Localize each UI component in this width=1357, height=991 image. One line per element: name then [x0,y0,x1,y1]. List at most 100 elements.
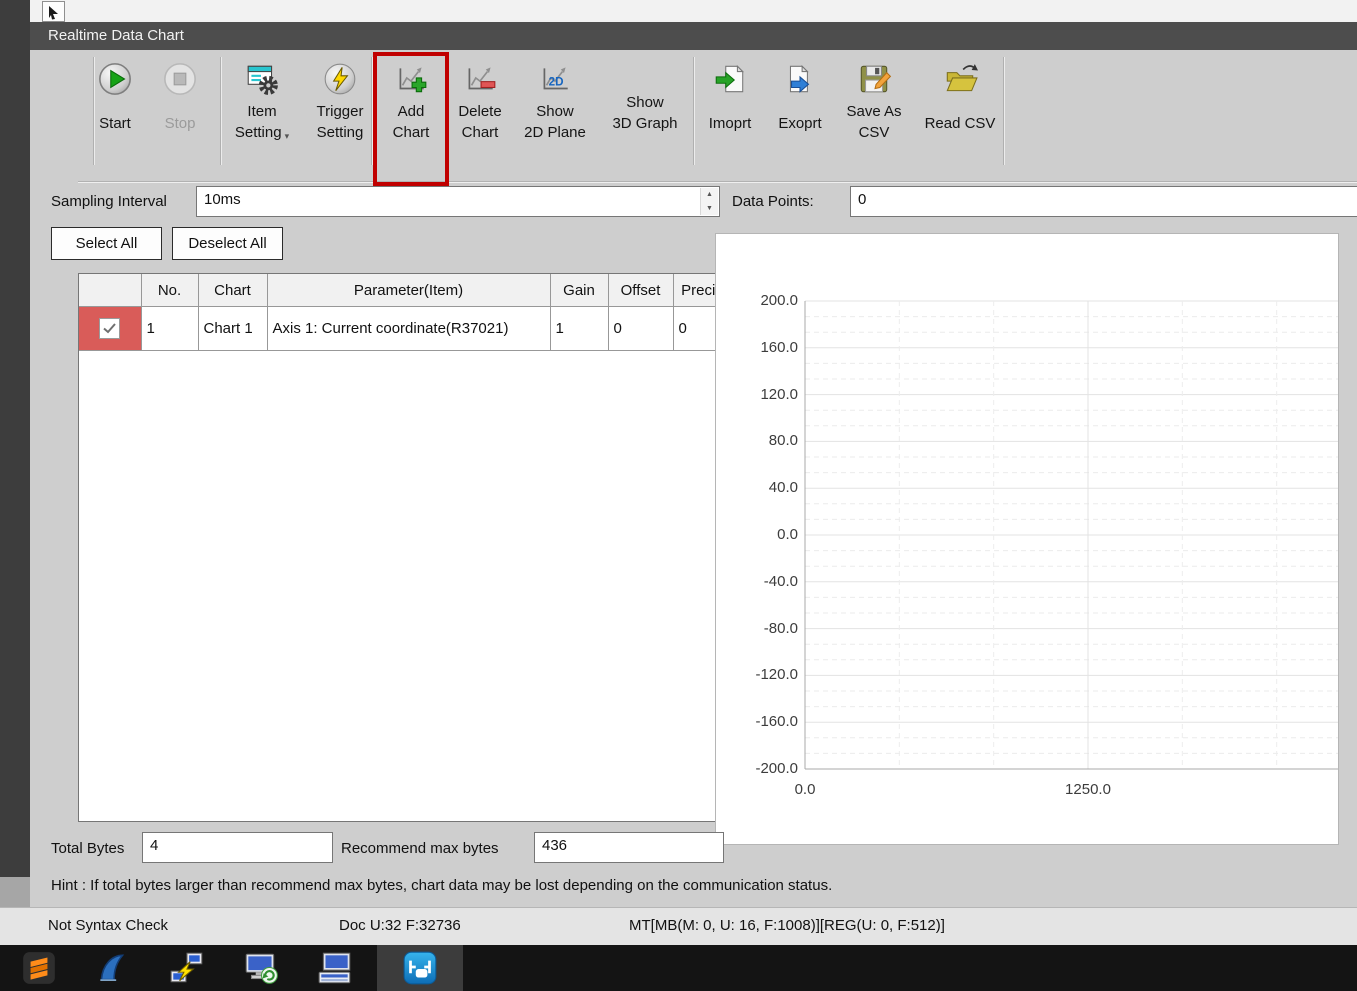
taskbar-item-motion-tool[interactable] [377,945,463,991]
item-setting-icon [244,57,280,101]
import-button[interactable]: Imoprt [698,57,762,169]
item-setting-label: Setting [235,124,282,141]
chart-plot-area [716,234,1338,844]
sampling-interval-input[interactable]: 10ms ▲ ▼ [196,186,720,217]
col-parameter: Parameter(Item) [267,274,550,307]
ide-left-panel-edge [0,0,31,877]
delete-chart-icon [462,57,498,101]
cell-no[interactable]: 1 [141,307,198,351]
show-2d-plane-icon: 2D [537,57,573,101]
spinner-up-icon[interactable]: ▲ [706,191,713,198]
wireshark-icon [94,949,132,987]
table-header-row: No. Chart Parameter(Item) Gain Offset Pr… [79,274,750,307]
spinner-down-icon[interactable]: ▼ [706,205,713,212]
select-all-button[interactable]: Select All [51,227,162,260]
taskbar [0,945,1357,991]
taskbar-item-network-connect[interactable] [150,945,224,991]
hint-text: Hint : If total bytes larger than recomm… [51,877,832,894]
sampling-interval-value: 10ms [204,191,241,208]
cell-parameter[interactable]: Axis 1: Current coordinate(R37021) [267,307,550,351]
status-bar: Not Syntax Check Doc U:32 F:32736 MT[MB(… [0,907,1357,946]
remote-desktop-icon [242,949,280,987]
y-axis-tick-label: 120.0 [718,384,798,406]
col-chart: Chart [198,274,267,307]
network-connect-icon [168,949,206,987]
taskbar-item-remote-desktop[interactable] [224,945,298,991]
export-button[interactable]: Exoprt [768,57,832,169]
sampling-interval-spinner[interactable]: ▲ ▼ [700,188,718,215]
trigger-setting-button[interactable]: Trigger Setting [304,57,376,169]
y-axis-tick-label: -120.0 [718,664,798,686]
taskbar-item-sublime-text[interactable] [2,945,76,991]
col-no: No. [141,274,198,307]
parameter-table[interactable]: No. Chart Parameter(Item) Gain Offset Pr… [78,273,750,822]
motion-tool-icon [401,949,439,987]
y-axis-tick-label: -160.0 [718,711,798,733]
toolbar-separator [220,57,222,165]
deselect-all-button[interactable]: Deselect All [172,227,283,260]
y-axis-tick-label: 0.0 [718,524,798,546]
taskbar-item-wireshark[interactable] [76,945,150,991]
y-axis-tick-label: -200.0 [718,758,798,780]
select-tool-button[interactable] [42,1,65,22]
table-row[interactable]: 1 Chart 1 Axis 1: Current coordinate(R37… [79,307,750,351]
x-axis-tick-label: 0.0 [760,779,850,801]
import-icon [712,57,748,101]
stop-icon [162,57,198,101]
row-checkbox[interactable] [99,318,120,339]
taskbar-item-system-keyboard[interactable] [298,945,372,991]
status-mt-registers: MT[MB(M: 0, U: 16, F:1008)][REG(U: 0, F:… [629,917,945,934]
cell-gain[interactable]: 1 [550,307,608,351]
save-as-csv-button[interactable]: Save As CSV [836,57,912,169]
toolbar-divider [78,181,1357,183]
col-check [79,274,141,307]
y-axis-tick-label: 200.0 [718,290,798,312]
stop-button[interactable]: Stop [149,57,211,169]
data-points-label: Data Points: [732,193,814,210]
toolbar: Start Stop [78,50,1357,180]
y-axis-tick-label: 160.0 [718,337,798,359]
row-checkbox-cell[interactable] [79,307,141,351]
read-csv-icon [942,57,978,101]
toolbar-separator [693,57,695,165]
realtime-chart-panel[interactable]: 200.0160.0120.080.040.00.0-40.0-80.0-120… [715,233,1339,845]
read-csv-button[interactable]: Read CSV [918,57,1002,169]
show-3d-graph-button[interactable]: Show 3D Graph [600,57,690,169]
export-icon [782,57,818,101]
system-keyboard-icon [316,949,354,987]
item-setting-button[interactable]: Item Setting▾ [223,57,301,169]
svg-text:2D: 2D [549,75,564,88]
data-points-field[interactable]: 0 [850,186,1357,217]
total-bytes-field[interactable]: 4 [142,832,333,863]
col-offset: Offset [608,274,673,307]
add-chart-icon [393,57,429,101]
dropdown-caret-icon: ▾ [285,131,290,141]
data-points-value: 0 [858,191,866,208]
status-doc: Doc U:32 F:32736 [339,917,461,934]
delete-chart-button[interactable]: Delete Chart [450,57,510,169]
toolbox-strip [30,0,1357,23]
window-title-bar[interactable]: Realtime Data Chart [30,22,1357,50]
y-axis-tick-label: 80.0 [718,430,798,452]
window-content: Start Stop [30,50,1357,907]
toolbar-separator [1003,57,1005,165]
start-button[interactable]: Start [84,57,146,169]
cell-chart[interactable]: Chart 1 [198,307,267,351]
window-title: Realtime Data Chart [48,27,184,44]
recommend-max-bytes-label: Recommend max bytes [341,840,499,857]
cell-offset[interactable]: 0 [608,307,673,351]
check-icon [103,323,116,334]
show-2d-plane-button[interactable]: 2D Show 2D Plane [512,57,598,169]
y-axis-tick-label: -40.0 [718,571,798,593]
add-chart-button[interactable]: Add Chart [380,57,442,169]
x-axis-tick-label: 1250.0 [1043,779,1133,801]
cursor-arrow-icon [46,4,61,20]
start-icon [97,57,133,101]
sublime-text-icon [20,949,58,987]
col-gain: Gain [550,274,608,307]
trigger-setting-icon [322,57,358,101]
ide-left-panel-edge-lower [0,877,30,907]
y-axis-tick-label: 40.0 [718,477,798,499]
status-syntax: Not Syntax Check [48,917,168,934]
recommend-max-bytes-field[interactable]: 436 [534,832,724,863]
